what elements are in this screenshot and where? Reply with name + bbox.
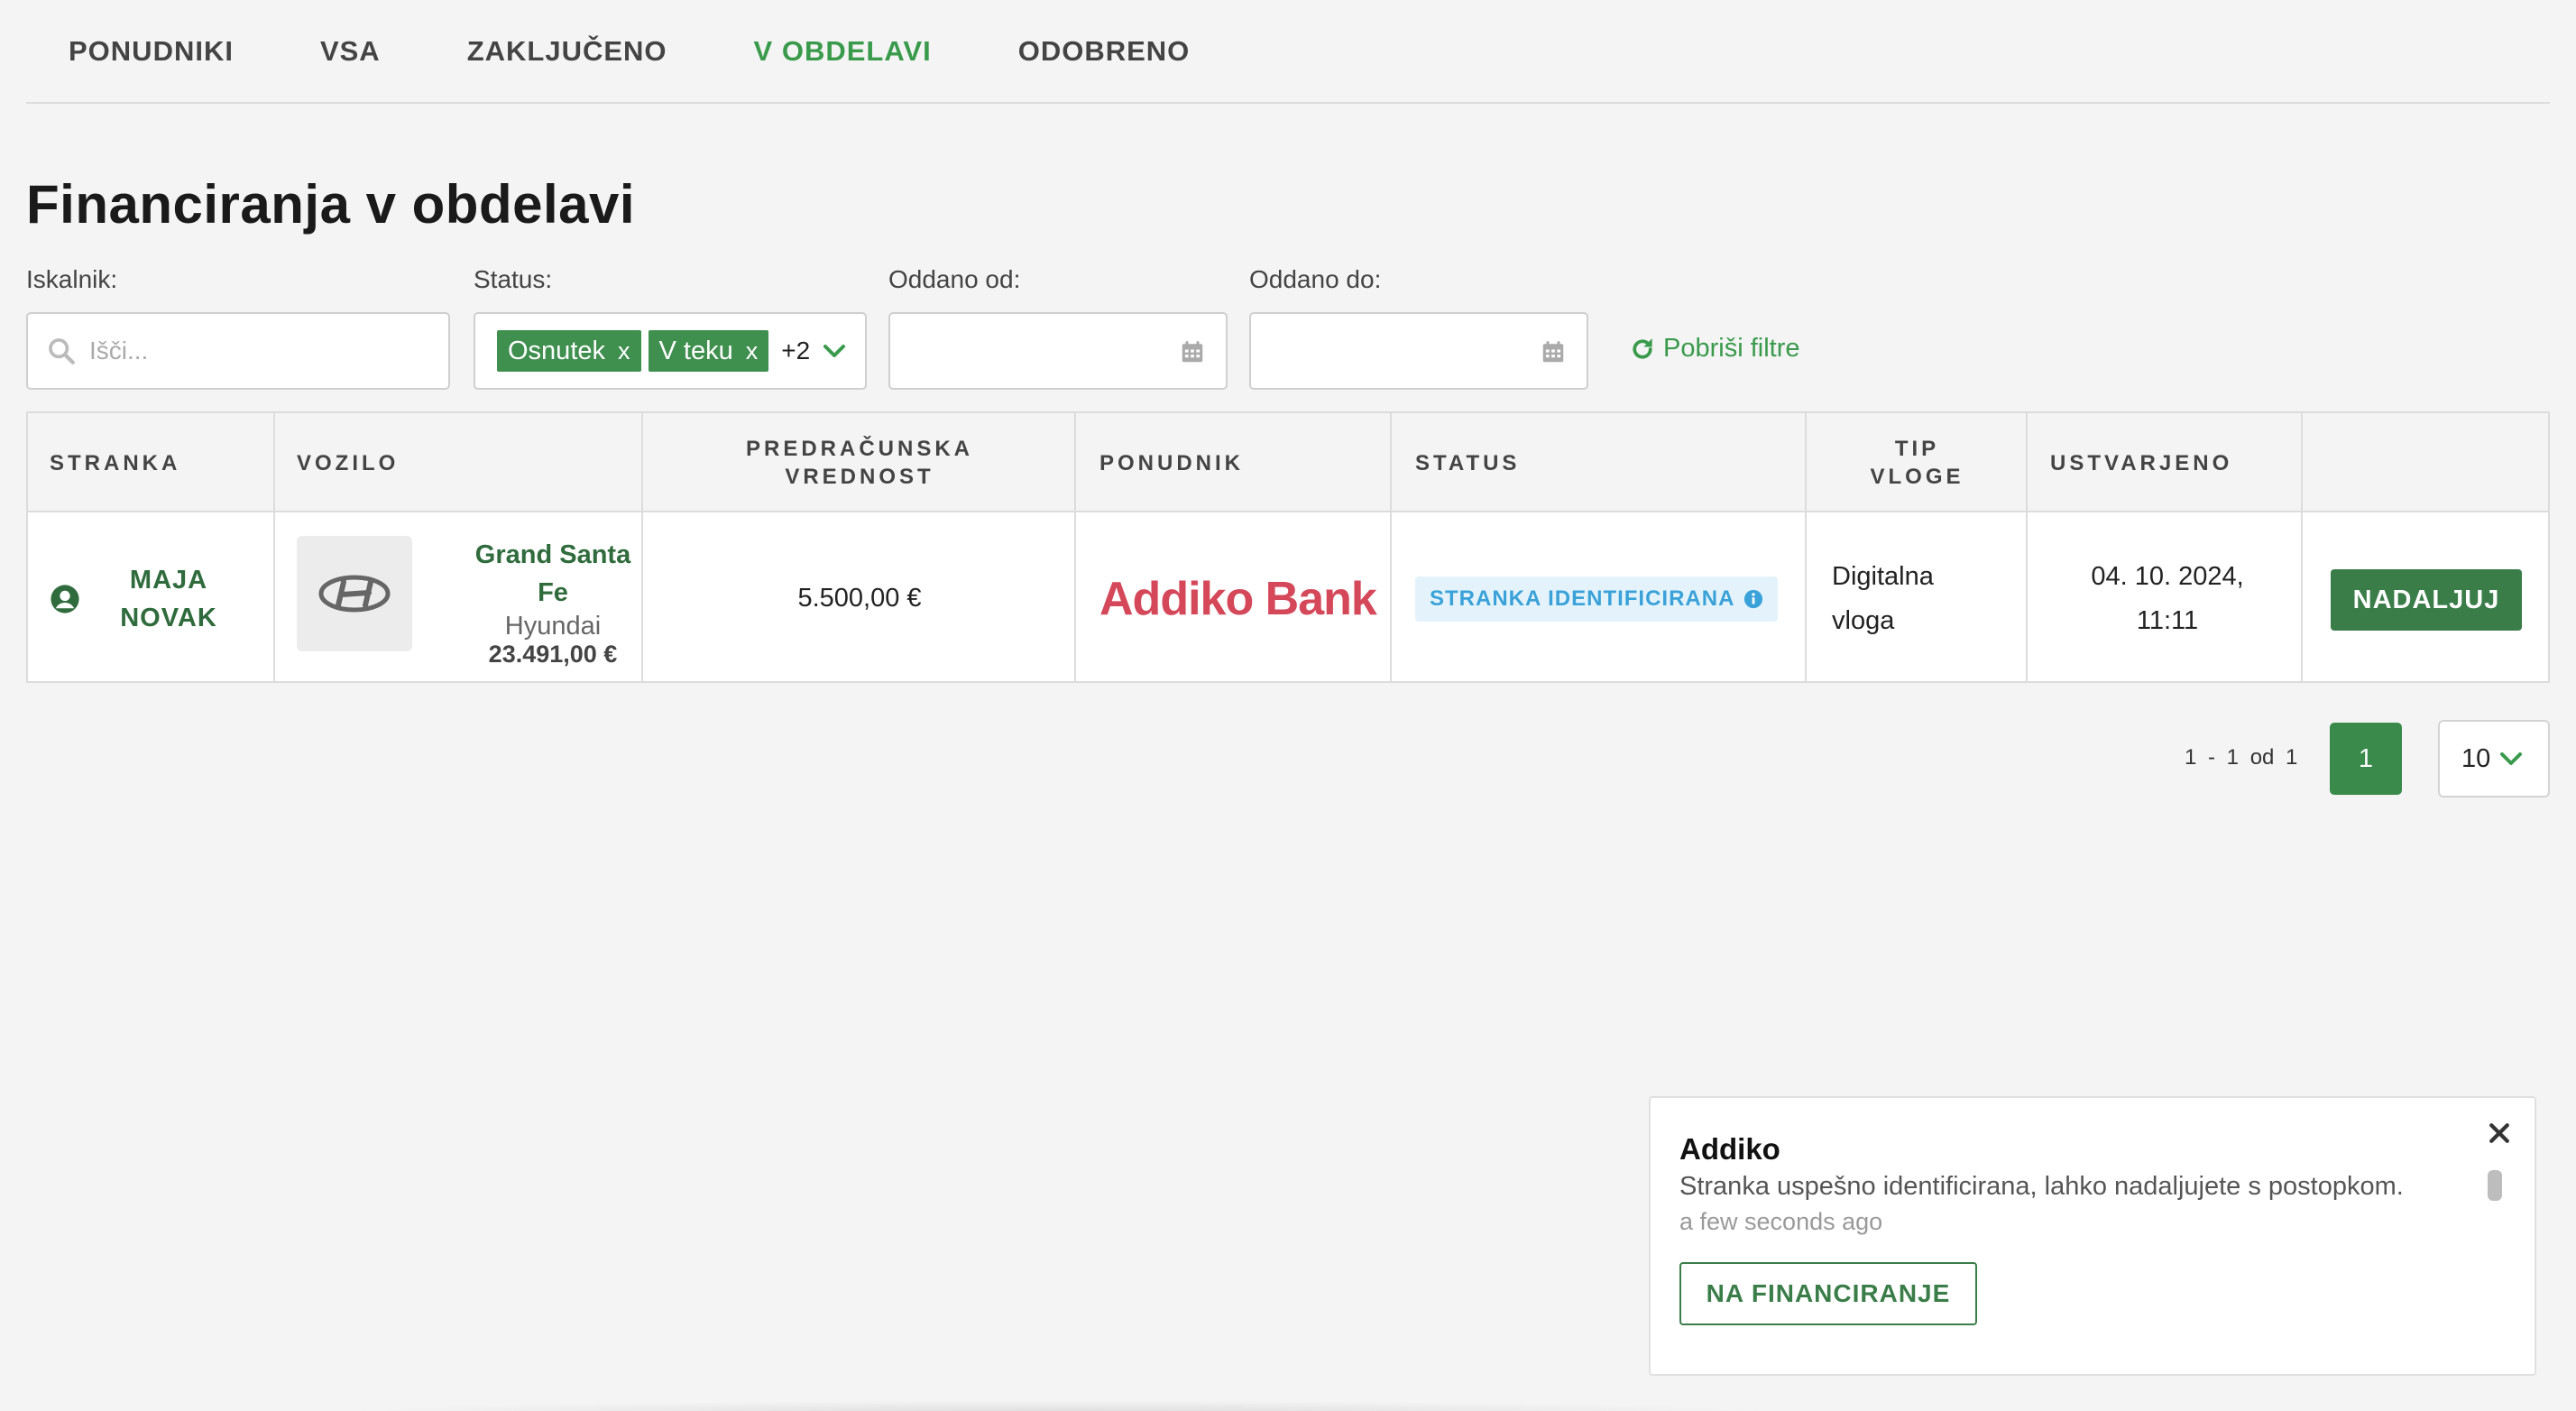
chip-label: Osnutek <box>508 336 605 365</box>
page-size-select[interactable]: 10 <box>2438 720 2550 798</box>
tab-ponudniki[interactable]: PONUDNIKI <box>69 35 234 68</box>
provider-cell: Addiko Bank <box>1099 514 1388 683</box>
vehicle-brand: Hyundai <box>504 612 602 641</box>
header-value: PREDRAČUNSKA VREDNOST <box>745 437 973 489</box>
tab-v-obdelavi[interactable]: V OBDELAVI <box>754 35 932 68</box>
clear-filters-button[interactable]: Pobriši filtre <box>1629 334 1800 364</box>
user-circle-icon <box>51 584 79 613</box>
page-size-value: 10 <box>2461 743 2491 773</box>
toast-message: Stranka uspešno identificirana, lahko na… <box>1679 1172 2404 1201</box>
date-to-label: Oddano do: <box>1249 265 1382 293</box>
search-label: Iskalnik: <box>26 265 118 293</box>
tab-vsa[interactable]: VSA <box>320 35 381 68</box>
continue-button[interactable]: NADALJUJ <box>2331 569 2522 631</box>
header-vehicle: VOZILO <box>297 450 400 475</box>
header-client: STRANKA <box>50 450 181 475</box>
chevron-down-icon[interactable] <box>821 337 848 364</box>
status-badge: STRANKA IDENTIFICIRANA <box>1415 576 1779 622</box>
search-icon <box>49 338 75 364</box>
page-title: Financiranja v obdelavi <box>26 174 636 235</box>
pagination-range: 1 - 1 od 1 <box>2185 745 2298 770</box>
page: PONUDNIKI VSA ZAKLJUČENO V OBDELAVI ODOB… <box>0 0 2576 1411</box>
search-input[interactable] <box>89 337 432 365</box>
info-icon[interactable] <box>1743 589 1763 609</box>
status-chip-osnutek: Osnutek x <box>497 330 641 372</box>
hyundai-logo-icon <box>318 575 391 613</box>
more-selected-count: +2 <box>781 337 811 364</box>
vehicle-price: 23.491,00 € <box>488 641 618 668</box>
header-created: USTVARJENO <box>2050 450 2233 475</box>
status-chip-v-teku: V teku x <box>648 330 769 372</box>
header-type: TIP VLOGE <box>1870 437 1964 489</box>
close-icon[interactable] <box>2486 1120 2513 1147</box>
clear-filters-label: Pobriši filtre <box>1663 334 1800 363</box>
calendar-icon[interactable] <box>1540 337 1567 366</box>
notification-toast: Addiko Stranka uspešno identificirana, l… <box>1649 1096 2536 1376</box>
page-button-1[interactable]: 1 <box>2330 723 2402 795</box>
go-to-financing-button[interactable]: NA FINANCIRANJE <box>1679 1262 1977 1325</box>
status-cell: STRANKA IDENTIFICIRANA <box>1415 514 1794 683</box>
header-provider: PONUDNIK <box>1099 450 1245 475</box>
bottom-shadow <box>316 1400 1804 1411</box>
header-status: STATUS <box>1415 450 1521 475</box>
refresh-icon <box>1633 337 1652 359</box>
tab-odobreno[interactable]: ODOBRENO <box>1018 35 1191 68</box>
chevron-down-icon <box>2500 752 2523 765</box>
status-multiselect[interactable]: Osnutek x V teku x +2 <box>474 312 867 390</box>
chip-label: V teku <box>658 336 733 365</box>
toast-time: a few seconds ago <box>1679 1208 1883 1235</box>
estimated-value: 5.500,00 € <box>797 584 922 613</box>
status-badge-label: STRANKA IDENTIFICIRANA <box>1430 586 1735 611</box>
client-name-link[interactable]: MAJA NOVAK <box>106 561 232 637</box>
tab-zakljuceno[interactable]: ZAKLJUČENO <box>467 35 667 68</box>
created-date: 04. 10. 2024, 11:11 <box>2091 561 2244 635</box>
toast-scrollbar[interactable] <box>2488 1170 2502 1201</box>
tab-bar: PONUDNIKI VSA ZAKLJUČENO V OBDELAVI ODOB… <box>26 0 2550 104</box>
date-from-input[interactable] <box>888 312 1228 390</box>
chip-remove-icon[interactable]: x <box>746 337 759 365</box>
application-type: Digitalna vloga <box>1832 561 1934 635</box>
date-from-label: Oddano od: <box>888 265 1021 293</box>
date-to-input[interactable] <box>1249 312 1588 390</box>
toast-title: Addiko <box>1679 1132 1780 1166</box>
vehicle-info: Grand Santa Fe Hyundai 23.491,00 € <box>430 536 676 668</box>
status-label: Status: <box>474 265 553 293</box>
table-row-client: MAJA NOVAK <box>50 514 275 683</box>
chip-remove-icon[interactable]: x <box>618 337 630 365</box>
vehicle-image <box>297 536 412 651</box>
search-field[interactable] <box>26 312 450 390</box>
financing-table: STRANKA VOZILO PREDRAČUNSKA VREDNOST PON… <box>26 411 2550 683</box>
provider-logo: Addiko Bank <box>1099 572 1377 625</box>
vehicle-model-link[interactable]: Grand Santa Fe <box>430 536 676 612</box>
calendar-icon[interactable] <box>1179 337 1206 366</box>
